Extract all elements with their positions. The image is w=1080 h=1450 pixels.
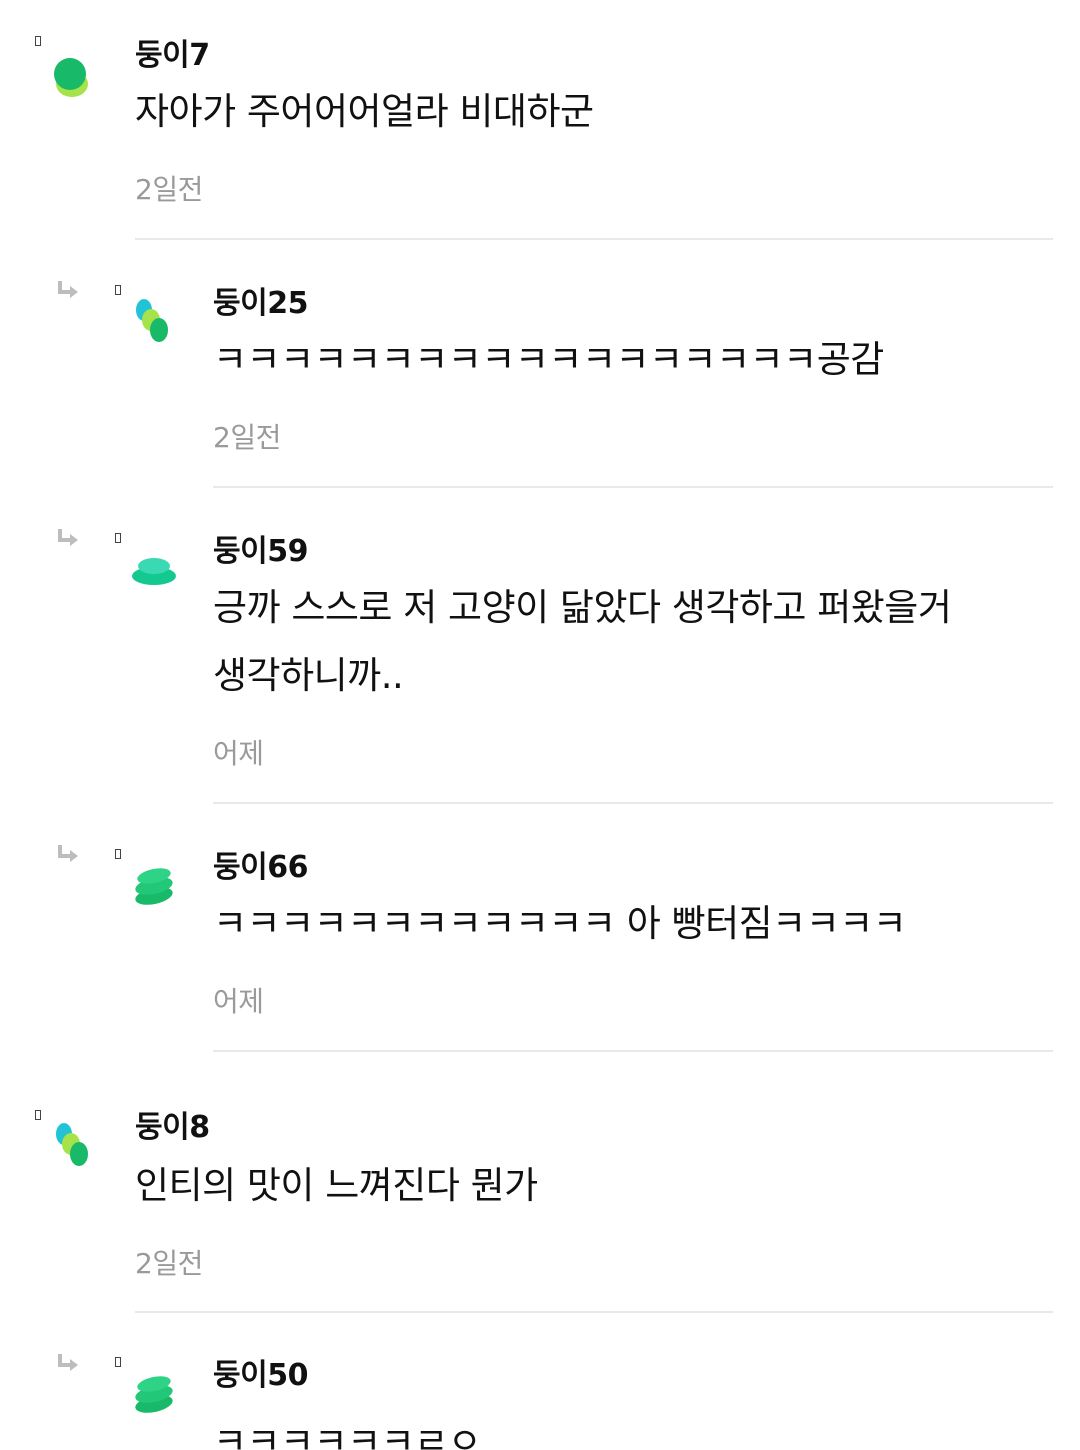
comment-text: 긍까 스스로 저 고양이 닮았다 생각하고 퍼왔을거 생각하니까..	[213, 586, 952, 697]
more-icon[interactable]	[35, 1110, 41, 1120]
reply-arrow-icon	[58, 1354, 78, 1371]
comment-timestamp: 어제	[213, 985, 264, 1018]
comment-author[interactable]: 둥이66	[213, 842, 308, 886]
reply-arrow-icon	[58, 529, 78, 546]
comment-timestamp: 2일전	[135, 1247, 203, 1280]
green-stack-avatar[interactable]	[132, 866, 176, 908]
comment-text: ㅋㅋㅋㅋㅋㅋㄹㅇ	[213, 1420, 482, 1450]
cyan-lime-green-dots-avatar[interactable]	[50, 1122, 98, 1170]
comment-timestamp: 2일전	[213, 421, 281, 454]
comment-text: ㅋㅋㅋㅋㅋㅋㅋㅋㅋㅋㅋㅋ 아 빵터짐ㅋㅋㅋㅋ	[213, 902, 907, 945]
comment-author[interactable]: 둥이50	[213, 1350, 308, 1394]
green-stack-avatar[interactable]	[132, 1374, 176, 1416]
more-icon[interactable]	[115, 1357, 121, 1367]
reply-item: 둥이59 긍까 스스로 저 고양이 닮았다 생각하고 퍼왔을거 생각하니까.. …	[0, 488, 1080, 804]
comment-author[interactable]: 둥이59	[213, 526, 308, 570]
teal-stack-avatar[interactable]	[130, 552, 178, 592]
more-icon[interactable]	[115, 849, 121, 859]
green-blob-avatar[interactable]	[50, 54, 98, 102]
comment-item: 둥이8 인티의 맛이 느껴진다 뭔가 2일전	[0, 1052, 1080, 1314]
comment-timestamp: 어제	[213, 737, 264, 770]
comment-text: 자아가 주어어어얼라 비대하군	[135, 90, 594, 133]
comment-text: ㅋㅋㅋㅋㅋㅋㅋㅋㅋㅋㅋㅋㅋㅋㅋㅋㅋㅋ공감	[213, 338, 884, 381]
cyan-lime-green-dots-avatar[interactable]	[130, 298, 178, 346]
more-icon[interactable]	[115, 285, 121, 295]
comment-text: 인티의 맛이 느껴진다 뭔가	[135, 1164, 538, 1207]
comment-author[interactable]: 둥이8	[135, 1102, 210, 1146]
comment-item: 둥이7 자아가 주어어어얼라 비대하군 2일전	[0, 0, 1080, 240]
reply-item: 둥이25 ㅋㅋㅋㅋㅋㅋㅋㅋㅋㅋㅋㅋㅋㅋㅋㅋㅋㅋ공감 2일전	[0, 240, 1080, 488]
comment-author[interactable]: 둥이7	[135, 30, 210, 74]
comment-author[interactable]: 둥이25	[213, 278, 308, 322]
reply-item: 둥이66 ㅋㅋㅋㅋㅋㅋㅋㅋㅋㅋㅋㅋ 아 빵터짐ㅋㅋㅋㅋ 어제	[0, 804, 1080, 1052]
reply-arrow-icon	[58, 845, 78, 862]
reply-item: 둥이50 ㅋㅋㅋㅋㅋㅋㄹㅇ	[0, 1314, 1080, 1450]
more-icon[interactable]	[115, 533, 121, 543]
more-icon[interactable]	[35, 36, 41, 46]
reply-arrow-icon	[58, 281, 78, 298]
comment-divider	[135, 1311, 1053, 1313]
comment-timestamp: 2일전	[135, 173, 203, 206]
